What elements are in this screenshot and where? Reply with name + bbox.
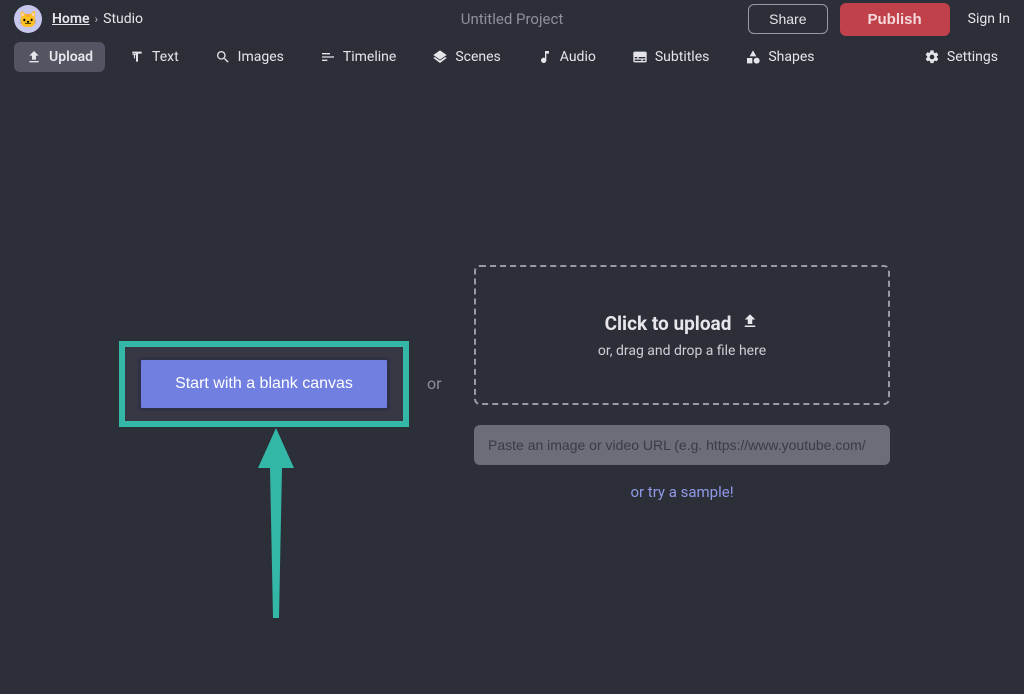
- tool-label: Scenes: [455, 49, 500, 65]
- tool-label: Text: [152, 49, 179, 65]
- url-input[interactable]: [474, 425, 890, 465]
- start-blank-canvas-button[interactable]: Start with a blank canvas: [138, 357, 390, 411]
- highlight-annotation: Start with a blank canvas: [119, 341, 409, 427]
- tool-scenes[interactable]: Scenes: [420, 42, 512, 72]
- tool-label: Audio: [560, 49, 596, 65]
- app-logo[interactable]: 🐱: [14, 5, 42, 33]
- upload-icon: [741, 312, 759, 335]
- tool-text[interactable]: Text: [117, 42, 191, 72]
- tool-label: Upload: [49, 49, 93, 65]
- breadcrumb: Home › Studio: [52, 11, 143, 27]
- gear-icon: [924, 49, 940, 65]
- search-icon: [215, 49, 231, 65]
- tool-label: Timeline: [343, 49, 396, 65]
- tool-label: Shapes: [768, 49, 814, 65]
- toolbar: Upload Text Images Timeline Scenes Audio…: [0, 38, 1024, 76]
- subtitles-icon: [632, 49, 648, 65]
- chevron-right-icon: ›: [95, 12, 99, 26]
- timeline-icon: [320, 49, 336, 65]
- upload-icon: [26, 49, 42, 65]
- publish-button[interactable]: Publish: [840, 3, 950, 36]
- tool-shapes[interactable]: Shapes: [733, 42, 826, 72]
- canvas-area: Start with a blank canvas or Click to up…: [0, 76, 1024, 694]
- upload-dropzone[interactable]: Click to upload or, drag and drop a file…: [474, 265, 890, 405]
- breadcrumb-studio: Studio: [103, 11, 143, 27]
- music-note-icon: [537, 49, 553, 65]
- text-icon: [129, 49, 145, 65]
- breadcrumb-home[interactable]: Home: [52, 11, 90, 27]
- layers-icon: [432, 49, 448, 65]
- tool-upload[interactable]: Upload: [14, 42, 105, 72]
- arrow-up-annotation: [256, 428, 296, 622]
- top-actions: Share Publish Sign In: [748, 3, 1010, 36]
- tool-label: Images: [238, 49, 284, 65]
- dropzone-title: Click to upload: [605, 312, 760, 335]
- dropzone-subtitle: or, drag and drop a file here: [598, 343, 766, 359]
- tool-timeline[interactable]: Timeline: [308, 42, 408, 72]
- tool-subtitles[interactable]: Subtitles: [620, 42, 722, 72]
- or-divider: or: [427, 374, 442, 393]
- signin-link[interactable]: Sign In: [968, 11, 1010, 27]
- tool-label: Settings: [947, 49, 998, 65]
- tool-settings[interactable]: Settings: [912, 42, 1010, 72]
- tool-images[interactable]: Images: [203, 42, 296, 72]
- tool-label: Subtitles: [655, 49, 710, 65]
- shapes-icon: [745, 49, 761, 65]
- project-title[interactable]: Untitled Project: [461, 10, 564, 28]
- tool-audio[interactable]: Audio: [525, 42, 608, 72]
- share-button[interactable]: Share: [748, 4, 827, 34]
- try-sample-link[interactable]: or try a sample!: [474, 483, 890, 501]
- top-bar: 🐱 Home › Studio Untitled Project Share P…: [0, 0, 1024, 38]
